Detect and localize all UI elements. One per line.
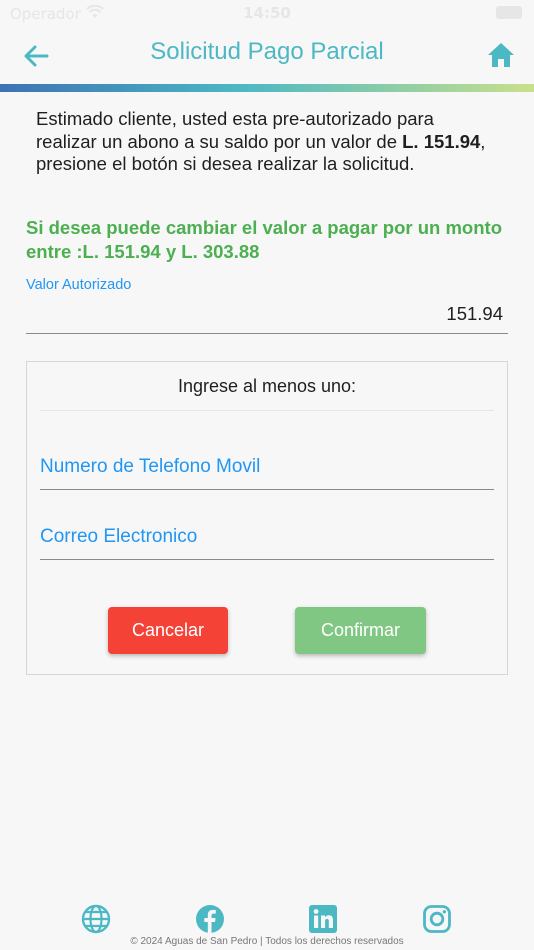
footer-social-links	[0, 904, 534, 936]
contact-card: Ingrese al menos uno: Cancelar Confirmar	[26, 361, 508, 675]
confirm-button[interactable]: Confirmar	[295, 607, 426, 654]
status-bar: Operador 14:50	[0, 0, 534, 28]
header-gradient-bar	[0, 84, 534, 92]
page-title: Solicitud Pago Parcial	[150, 38, 384, 65]
globe-icon[interactable]	[81, 904, 111, 934]
home-button[interactable]	[486, 40, 516, 70]
instagram-icon[interactable]	[422, 904, 452, 934]
intro-text-before: Estimado cliente, usted esta pre-autoriz…	[36, 108, 434, 152]
valor-autorizado-input[interactable]	[26, 294, 508, 334]
copyright-text: © 2024 Aguas de San Pedro | Todos los de…	[130, 936, 404, 947]
email-input[interactable]	[40, 514, 494, 560]
valor-autorizado-label: Valor Autorizado	[26, 277, 132, 293]
linkedin-icon[interactable]	[308, 904, 338, 934]
clock: 14:50	[243, 4, 291, 22]
phone-input[interactable]	[40, 444, 494, 490]
card-divider	[40, 410, 494, 411]
facebook-icon[interactable]	[195, 904, 225, 934]
intro-amount: L. 151.94	[402, 130, 481, 152]
home-icon	[488, 43, 514, 67]
intro-message: Estimado cliente, usted esta pre-autoriz…	[36, 108, 496, 176]
app-header: Solicitud Pago Parcial	[0, 28, 534, 84]
battery-icon	[496, 6, 522, 19]
range-message: Si desea puede cambiar el valor a pagar …	[26, 217, 502, 262]
card-heading: Ingrese al menos uno:	[177, 376, 357, 396]
cancel-button[interactable]: Cancelar	[108, 607, 228, 654]
